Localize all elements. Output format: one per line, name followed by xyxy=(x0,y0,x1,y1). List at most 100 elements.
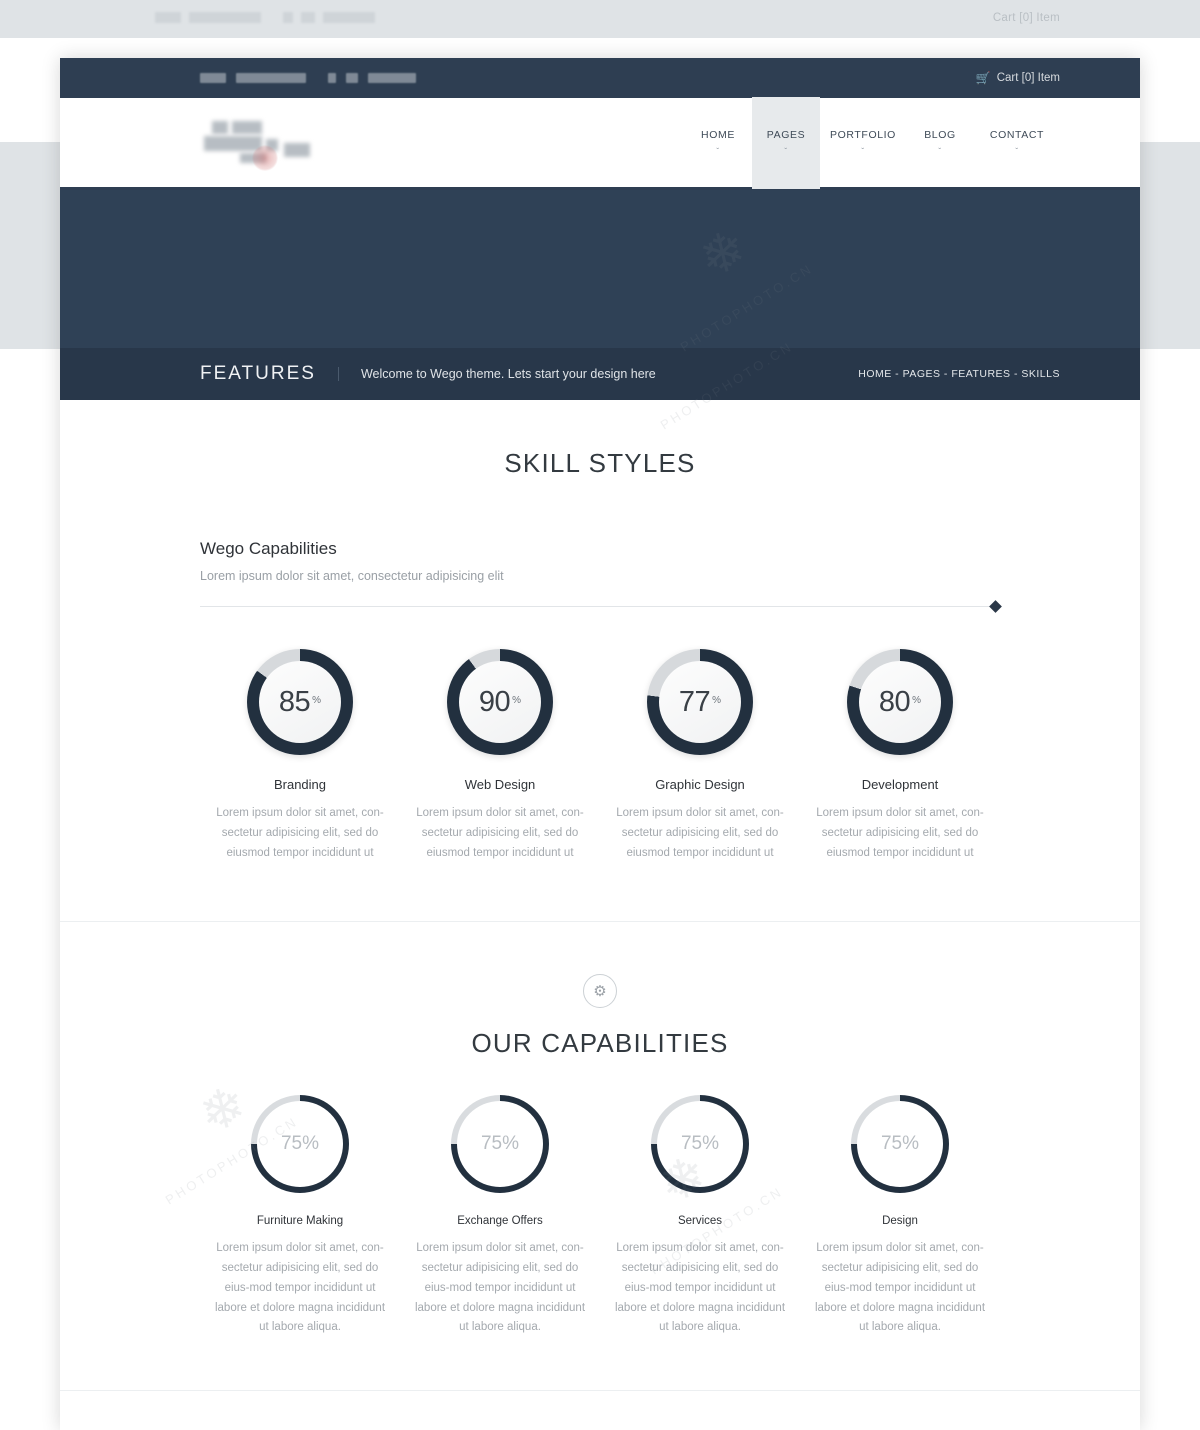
skill-label: Development xyxy=(861,777,939,792)
skill-donut-chart: 80% xyxy=(847,649,953,755)
chevron-down-icon: ˇ xyxy=(784,147,788,156)
breadcrumb: HOME - PAGES - FEATURES - SKILLS xyxy=(858,368,1060,380)
donut-inner: 90% xyxy=(459,661,541,743)
page-title-bar: FEATURES Welcome to Wego theme. Lets sta… xyxy=(60,348,1140,400)
cart-link[interactable]: 🛒 Cart [0] Item xyxy=(976,72,1060,84)
our-capabilities-section: ⚙ OUR CAPABILITIES 75% Furniture Making Lo… xyxy=(60,922,1140,1338)
section-divider xyxy=(200,600,1002,613)
skill-value: 77 xyxy=(678,685,711,718)
cart-label: Cart [0] Item xyxy=(996,72,1060,84)
capability-value: 75% xyxy=(680,1133,720,1155)
capability-label: Design xyxy=(882,1215,918,1228)
skill-description: Lorem ipsum dolor sit amet, con-sectetur… xyxy=(216,807,384,859)
diamond-marker-icon xyxy=(989,600,1002,613)
capability-item: 75% Services Lorem ipsum dolor sit amet, c… xyxy=(600,1095,800,1338)
capability-item: 75% Furniture Making Lorem ipsum dolor sit… xyxy=(200,1095,400,1338)
capability-label: Exchange Offers xyxy=(457,1215,543,1228)
background-cart-label: Cart [0] Item xyxy=(992,12,1060,24)
donut-inner: 75% xyxy=(857,1101,943,1188)
skill-donut-chart: 77% xyxy=(647,649,753,755)
capability-description: Lorem ipsum dolor sit amet, con-sectetur… xyxy=(214,1242,386,1334)
capability-value: 75% xyxy=(480,1133,520,1155)
divider-line xyxy=(200,606,990,607)
nav-item-home[interactable]: HOME ˇ xyxy=(684,97,752,189)
capability-item: 75% Design Lorem ipsum dolor sit amet, con… xyxy=(800,1095,1000,1338)
capability-description: Lorem ipsum dolor sit amet, con-sectetur… xyxy=(414,1242,586,1334)
gear-icon-badge: ⚙ xyxy=(583,974,617,1009)
nav-label: BLOG xyxy=(924,129,956,141)
skill-circles-row-thin: 75% Furniture Making Lorem ipsum dolor sit… xyxy=(200,1095,1000,1338)
shopping-cart-icon: 🛒 xyxy=(975,71,991,85)
skill-item: 90% Web Design Lorem ipsum dolor sit amet,… xyxy=(400,649,600,863)
skill-description: Lorem ipsum dolor sit amet, con-sectetur… xyxy=(616,807,784,859)
capability-label: Services xyxy=(677,1215,723,1228)
capability-donut-chart: 75% xyxy=(851,1095,949,1194)
skill-label: Graphic Design xyxy=(655,777,745,792)
capability-donut-chart: 75% xyxy=(651,1095,749,1194)
capability-donut-chart: 75% xyxy=(251,1095,349,1194)
screenshot-root: Cart [0] Item 🛒 Cart [0] Item HOME ˇ PAG… xyxy=(0,0,1200,1430)
nav-item-blog[interactable]: BLOG ˇ xyxy=(906,97,974,189)
skill-circles-row-thick: 85% Branding Lorem ipsum dolor sit amet, c… xyxy=(200,649,1000,863)
main-navigation: HOME ˇ PAGES ˇ PORTFOLIO ˇ BLOG ˇ CONTAC… xyxy=(684,96,1060,189)
about-my-skill-section: ABOUT MY SKILL Lorem ipsum dolor sit ame… xyxy=(60,1391,1140,1430)
wego-capabilities-subtitle: Lorem ipsum dolor sit amet, consectetur … xyxy=(200,569,504,583)
chevron-down-icon: ˇ xyxy=(861,147,865,156)
skill-unit: % xyxy=(712,695,722,706)
donut-inner: 75% xyxy=(257,1101,343,1188)
capability-item: 75% Exchange Offers Lorem ipsum dolor sit … xyxy=(400,1095,600,1338)
section-heading-our-capabilities: OUR CAPABILITIES xyxy=(471,1028,729,1059)
wego-capabilities-section: Wego Capabilities Lorem ipsum dolor sit … xyxy=(60,479,1140,863)
hero-banner: ❄ PHOTOPHOTO.CN xyxy=(60,190,1140,354)
skill-donut-chart: 90% xyxy=(447,649,553,755)
gear-icon: ⚙ xyxy=(593,982,607,1000)
skill-description: Lorem ipsum dolor sit amet, con-sectetur… xyxy=(416,807,584,859)
skill-item: 77% Graphic Design Lorem ipsum dolor sit a… xyxy=(600,649,800,863)
capability-label: Furniture Making xyxy=(256,1215,344,1228)
section-heading-skill-styles: SKILL STYLES xyxy=(504,448,696,478)
site-header: HOME ˇ PAGES ˇ PORTFOLIO ˇ BLOG ˇ CONTAC… xyxy=(60,96,1140,190)
nav-item-pages[interactable]: PAGES ˇ xyxy=(752,96,820,189)
donut-inner: 75% xyxy=(657,1101,743,1188)
skill-label: Branding xyxy=(273,777,327,792)
skill-item: 80% Development Lorem ipsum dolor sit amet… xyxy=(800,649,1000,863)
donut-inner: 85% xyxy=(259,661,341,743)
nav-label: PAGES xyxy=(766,129,806,141)
skill-item: 85% Branding Lorem ipsum dolor sit amet, c… xyxy=(200,649,400,863)
donut-inner: 80% xyxy=(859,661,941,743)
nav-label: HOME xyxy=(701,129,735,141)
skill-value: 90 xyxy=(478,685,511,718)
site-logo[interactable] xyxy=(200,117,318,171)
skill-description: Lorem ipsum dolor sit amet, con-sectetur… xyxy=(816,807,984,859)
nav-item-contact[interactable]: CONTACT ˇ xyxy=(974,97,1060,189)
skill-donut-chart: 85% xyxy=(247,649,353,755)
capability-description: Lorem ipsum dolor sit amet, con-sectetur… xyxy=(814,1242,986,1334)
nav-label: PORTFOLIO xyxy=(830,129,896,141)
donut-inner: 75% xyxy=(457,1101,543,1188)
chevron-down-icon: ˇ xyxy=(716,147,720,156)
page-title: FEATURES xyxy=(200,363,316,384)
capability-description: Lorem ipsum dolor sit amet, con-sectetur… xyxy=(614,1242,786,1334)
nav-label: CONTACT xyxy=(989,129,1045,141)
logo-watermark-stamp xyxy=(252,144,278,171)
skill-value: 85 xyxy=(278,685,311,718)
page-title-group: FEATURES Welcome to Wego theme. Lets sta… xyxy=(200,363,656,385)
chevron-down-icon: ˇ xyxy=(938,147,942,156)
topbar-placeholder-blocks xyxy=(200,73,416,83)
capability-value: 75% xyxy=(880,1133,920,1155)
background-placeholder-blocks xyxy=(155,12,375,23)
chevron-down-icon: ˇ xyxy=(1015,147,1019,156)
top-utility-bar: 🛒 Cart [0] Item xyxy=(60,58,1140,98)
capability-donut-chart: 75% xyxy=(451,1095,549,1194)
skill-label: Web Design xyxy=(464,777,536,792)
page-subtitle: Welcome to Wego theme. Lets start your d… xyxy=(337,367,656,381)
donut-inner: 77% xyxy=(659,661,741,743)
page-container: 🛒 Cart [0] Item HOME ˇ PAGES ˇ PORTFOLIO… xyxy=(60,58,1140,1430)
wego-capabilities-title: Wego Capabilities xyxy=(200,539,337,558)
skill-unit: % xyxy=(912,695,922,706)
skill-unit: % xyxy=(312,695,322,706)
nav-item-portfolio[interactable]: PORTFOLIO ˇ xyxy=(820,97,906,189)
capability-value: 75% xyxy=(280,1133,320,1155)
skill-value: 80 xyxy=(878,685,911,718)
skill-unit: % xyxy=(512,695,522,706)
